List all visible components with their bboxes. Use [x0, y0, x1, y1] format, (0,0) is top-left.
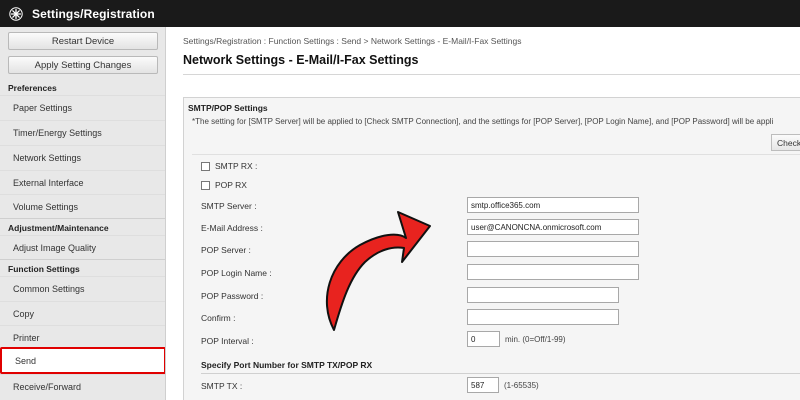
- app-title: Settings/Registration: [32, 6, 155, 21]
- port-number-heading: Specify Port Number for SMTP TX/POP RX: [201, 360, 373, 370]
- top-bar: Settings/Registration: [0, 0, 800, 27]
- sidebar-item-adjust-image-quality[interactable]: Adjust Image Quality: [0, 235, 165, 259]
- sidebar: Restart Device Apply Setting Changes Pre…: [0, 27, 166, 400]
- page-title: Network Settings - E-Mail/I-Fax Settings: [183, 53, 419, 67]
- sidebar-item-send[interactable]: Send: [0, 347, 165, 374]
- smtp-rx-checkbox-row[interactable]: SMTP RX :: [201, 161, 257, 171]
- sidebar-item-volume-settings[interactable]: Volume Settings: [0, 194, 165, 218]
- panel-note: *The setting for [SMTP Server] will be a…: [192, 117, 774, 126]
- pop-server-label: POP Server :: [201, 245, 251, 255]
- check-smtp-connection-button[interactable]: Check: [771, 134, 800, 151]
- pop-login-name-label: POP Login Name :: [201, 268, 272, 278]
- section-preferences: Preferences: [8, 83, 57, 93]
- smtp-tx-port-hint: (1-65535): [504, 381, 539, 390]
- divider: [0, 259, 165, 260]
- main-content: Settings/Registration : Function Setting…: [166, 27, 800, 400]
- email-address-label: E-Mail Address :: [201, 223, 263, 233]
- divider: [0, 218, 165, 219]
- section-adjustment-maintenance: Adjustment/Maintenance: [8, 223, 109, 233]
- pop-password-label: POP Password :: [201, 291, 264, 301]
- breadcrumb: Settings/Registration : Function Setting…: [183, 36, 522, 46]
- section-function-settings: Function Settings: [8, 264, 80, 274]
- smtp-pop-settings-panel: SMTP/POP Settings *The setting for [SMTP…: [183, 97, 800, 400]
- pop-rx-label: POP RX: [215, 180, 247, 190]
- confirm-password-input[interactable]: [467, 309, 619, 325]
- confirm-label: Confirm :: [201, 313, 236, 323]
- pop-interval-hint: min. (0=Off/1-99): [505, 335, 566, 344]
- pop-interval-label: POP Interval :: [201, 336, 254, 346]
- sidebar-item-receive-forward[interactable]: Receive/Forward: [0, 374, 165, 398]
- smtp-server-input[interactable]: smtp.office365.com: [467, 197, 639, 213]
- smtp-tx-label: SMTP TX :: [201, 381, 243, 391]
- pop-interval-input[interactable]: 0: [467, 331, 500, 347]
- pop-password-input[interactable]: [467, 287, 619, 303]
- divider: [183, 74, 800, 75]
- pop-server-input[interactable]: [467, 241, 639, 257]
- smtp-tx-port-input[interactable]: 587: [467, 377, 499, 393]
- sidebar-item-copy[interactable]: Copy: [0, 301, 165, 325]
- smtp-server-label: SMTP Server :: [201, 201, 257, 211]
- pop-rx-checkbox-row[interactable]: POP RX: [201, 180, 247, 190]
- pop-login-name-input[interactable]: [467, 264, 639, 280]
- smtp-rx-checkbox[interactable]: [201, 161, 210, 171]
- smtp-rx-label: SMTP RX :: [215, 161, 258, 171]
- panel-heading: SMTP/POP Settings: [188, 103, 268, 113]
- divider: [201, 373, 800, 374]
- divider: [192, 154, 800, 155]
- sidebar-item-paper-settings[interactable]: Paper Settings: [0, 95, 165, 119]
- sidebar-item-external-interface[interactable]: External Interface: [0, 170, 165, 194]
- pop-rx-checkbox[interactable]: [201, 180, 210, 190]
- sidebar-item-common-settings[interactable]: Common Settings: [0, 276, 165, 300]
- email-address-input[interactable]: user@CANONCNA.onmicrosoft.com: [467, 219, 639, 235]
- restart-device-button[interactable]: Restart Device: [8, 32, 158, 50]
- sidebar-item-timer-energy-settings[interactable]: Timer/Energy Settings: [0, 120, 165, 144]
- sidebar-item-network-settings[interactable]: Network Settings: [0, 145, 165, 169]
- sidebar-item-printer[interactable]: Printer: [0, 325, 165, 349]
- apply-setting-changes-button[interactable]: Apply Setting Changes: [8, 56, 158, 74]
- asterisk-star-icon: [8, 6, 24, 22]
